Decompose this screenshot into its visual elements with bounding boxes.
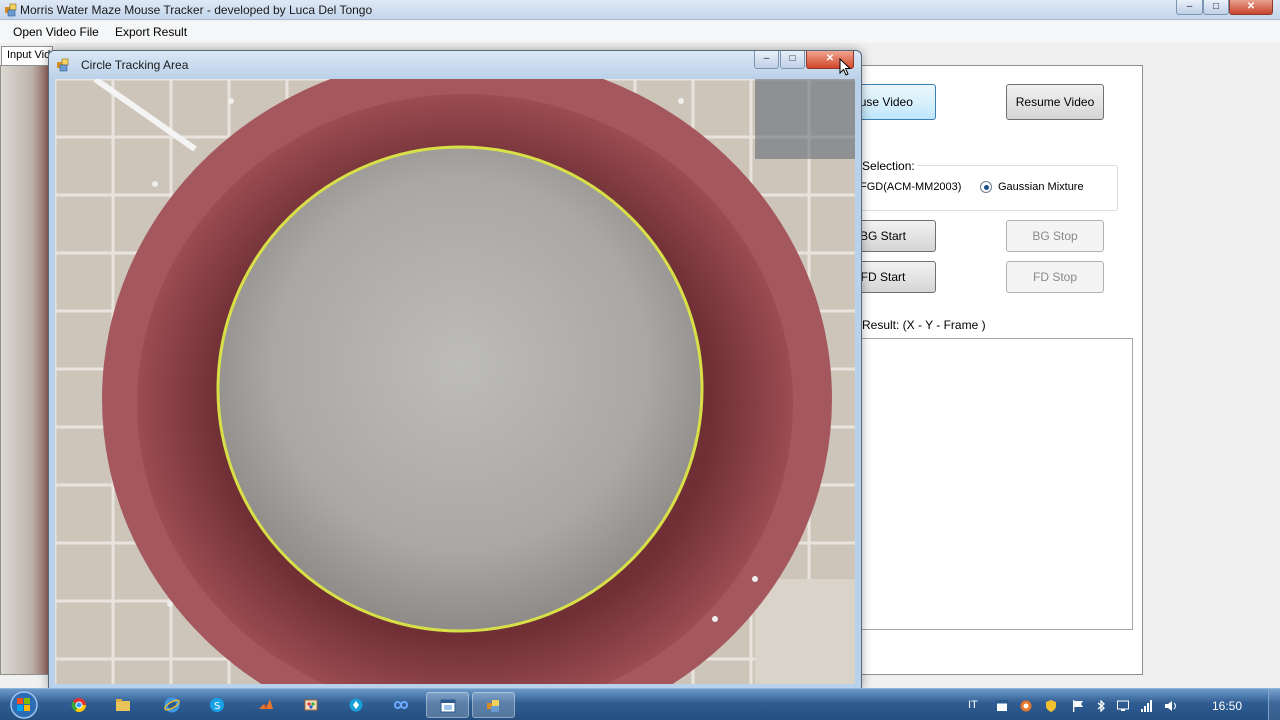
- taskbar-chrome[interactable]: [58, 692, 101, 718]
- child-minimize-button[interactable]: –: [754, 51, 779, 69]
- app-icon: [57, 58, 69, 72]
- bluetooth-icon[interactable]: [1095, 700, 1107, 712]
- fd-stop-button[interactable]: FD Stop: [1006, 261, 1104, 293]
- taskbar-paint[interactable]: [290, 692, 333, 718]
- taskbar-app[interactable]: [335, 692, 378, 718]
- app-icon: [5, 3, 17, 17]
- taskbar-ie[interactable]: [151, 692, 194, 718]
- radio-fgd-label[interactable]: FGD(ACM-MM2003): [860, 181, 961, 193]
- window-icon: [440, 699, 456, 713]
- show-desktop-button[interactable]: [1268, 689, 1280, 720]
- app-icon: [349, 698, 363, 712]
- folder-icon: [116, 699, 130, 711]
- taskbar-skype[interactable]: S: [196, 692, 239, 718]
- volume-icon[interactable]: [1165, 700, 1177, 712]
- main-titlebar[interactable]: Morris Water Maze Mouse Tracker - develo…: [0, 0, 1280, 20]
- start-button[interactable]: [4, 690, 44, 720]
- radio-selected-dot: [984, 185, 989, 190]
- close-button[interactable]: ✕: [1229, 0, 1273, 15]
- tracker-icon: [487, 700, 499, 712]
- child-maximize-button[interactable]: □: [780, 51, 805, 69]
- taskbar-infinity[interactable]: [380, 692, 423, 718]
- tracking-video-frame: [55, 79, 855, 684]
- taskbar-tracker[interactable]: [472, 692, 515, 718]
- action-center-flag-icon[interactable]: [1072, 700, 1084, 712]
- taskbar-window[interactable]: [426, 692, 469, 718]
- circle-tracking-window: Circle Tracking Area – □ ✕: [48, 50, 862, 690]
- ie-icon: [164, 697, 180, 713]
- minimize-button[interactable]: –: [1176, 0, 1203, 15]
- infinity-icon: [393, 701, 409, 709]
- monitor-icon[interactable]: [1117, 700, 1129, 712]
- taskbar: S IT 16:50: [0, 688, 1280, 720]
- child-titlebar[interactable]: Circle Tracking Area – □ ✕: [49, 51, 861, 78]
- svg-text:S: S: [214, 701, 220, 712]
- taskbar-matlab[interactable]: [245, 692, 288, 718]
- radio-gaussian-mixture[interactable]: [980, 181, 992, 193]
- menu-open-video-file[interactable]: Open Video File: [13, 25, 99, 39]
- child-window-title: Circle Tracking Area: [81, 58, 189, 72]
- clock[interactable]: 16:50: [1212, 699, 1242, 713]
- tray-shield-icon[interactable]: [1045, 700, 1057, 712]
- maximize-button[interactable]: □: [1203, 0, 1229, 15]
- skype-icon: S: [210, 698, 224, 712]
- bg-stop-button[interactable]: BG Stop: [1006, 220, 1104, 252]
- equipment-object: [755, 79, 855, 159]
- tab-input-video[interactable]: Input Video: [1, 46, 53, 65]
- taskbar-explorer[interactable]: [102, 692, 145, 718]
- tray-window-icon[interactable]: [996, 700, 1008, 712]
- input-video-preview: [1, 66, 51, 674]
- paint-icon: [304, 699, 318, 711]
- maze-frame-image: [55, 79, 855, 684]
- tray-browser-icon[interactable]: [1020, 700, 1032, 712]
- result-list[interactable]: [830, 338, 1133, 630]
- chrome-icon: [71, 698, 86, 712]
- result-label: Result: (X - Y - Frame ): [862, 318, 986, 332]
- mouse-cursor-icon: [839, 58, 851, 76]
- radio-gaussian-mixture-label[interactable]: Gaussian Mixture: [998, 181, 1084, 193]
- menu-export-result[interactable]: Export Result: [115, 25, 187, 39]
- menu-bar: Open Video File Export Result: [0, 21, 1280, 43]
- network-signal-icon[interactable]: [1141, 700, 1153, 712]
- resume-video-button[interactable]: Resume Video: [1006, 84, 1104, 120]
- window-title: Morris Water Maze Mouse Tracker - develo…: [20, 3, 373, 17]
- matlab-icon: [259, 699, 273, 710]
- language-indicator[interactable]: IT: [968, 699, 978, 711]
